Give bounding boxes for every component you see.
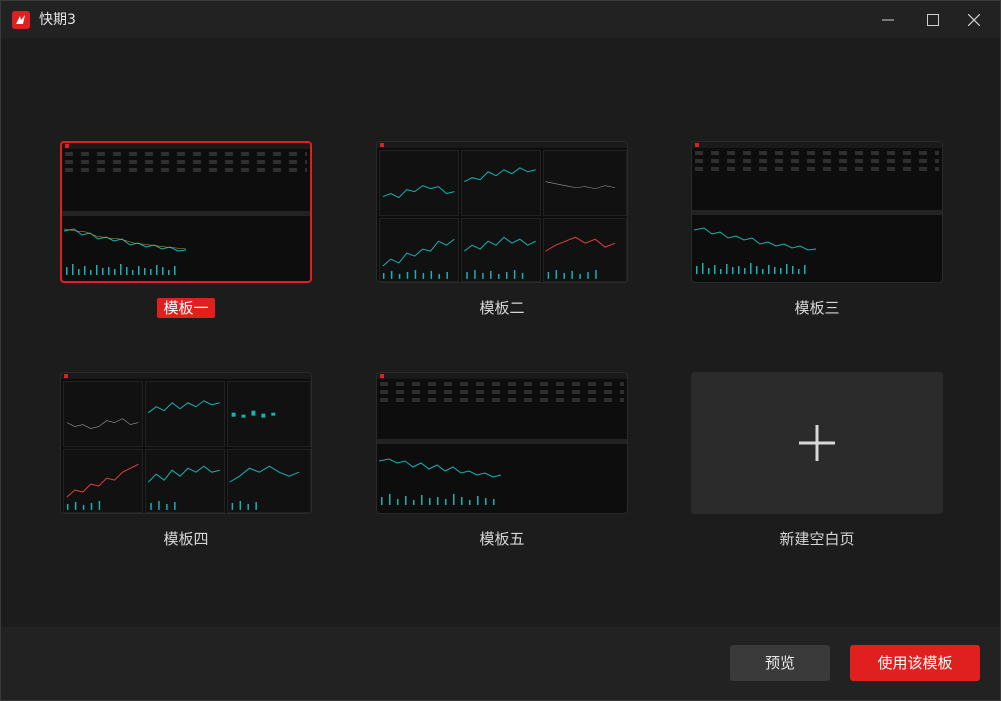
use-template-button[interactable]: 使用该模板 [850,645,980,681]
minimize-button[interactable] [865,1,911,38]
dialog-footer: 预览 使用该模板 [1,627,1000,700]
window-title: 快期3 [39,12,76,28]
template-thumbnail [60,141,312,283]
template-grid: 模板一 模板二 模板三 模板四 模板五 新建空白页 [1,38,1000,627]
template-label: 模板四 [163,530,209,548]
minimize-icon [882,19,894,20]
template-card-1[interactable]: 模板一 [60,141,312,318]
template-card-3[interactable]: 模板三 [691,141,943,317]
template-label: 模板二 [479,299,525,317]
preview-button[interactable]: 预览 [730,645,830,681]
close-icon [968,13,980,26]
template-card-5[interactable]: 模板五 [376,372,628,548]
maximize-icon [927,13,939,26]
template-card-4[interactable]: 模板四 [60,372,312,548]
template-thumbnail [691,141,943,283]
app-logo-icon [12,11,30,29]
maximize-button[interactable] [910,1,956,38]
app-window: 快期3 模板一 模板二 模板三 模板四 模板五 新建空白页 预览 使用该模板 [0,0,1001,701]
template-thumbnail [60,372,312,514]
template-label: 新建空白页 [779,530,855,548]
template-label: 模板五 [479,530,525,548]
plus-icon [799,425,835,461]
template-card-2[interactable]: 模板二 [376,141,628,317]
close-button[interactable] [951,1,997,38]
template-thumbnail [376,372,628,514]
template-label: 模板一 [60,297,312,319]
template-label: 模板三 [794,299,840,317]
title-bar[interactable]: 快期3 [1,1,1000,38]
new-blank-page-card[interactable]: 新建空白页 [691,372,943,548]
new-blank-page-thumbnail [691,372,943,514]
template-thumbnail [376,141,628,283]
